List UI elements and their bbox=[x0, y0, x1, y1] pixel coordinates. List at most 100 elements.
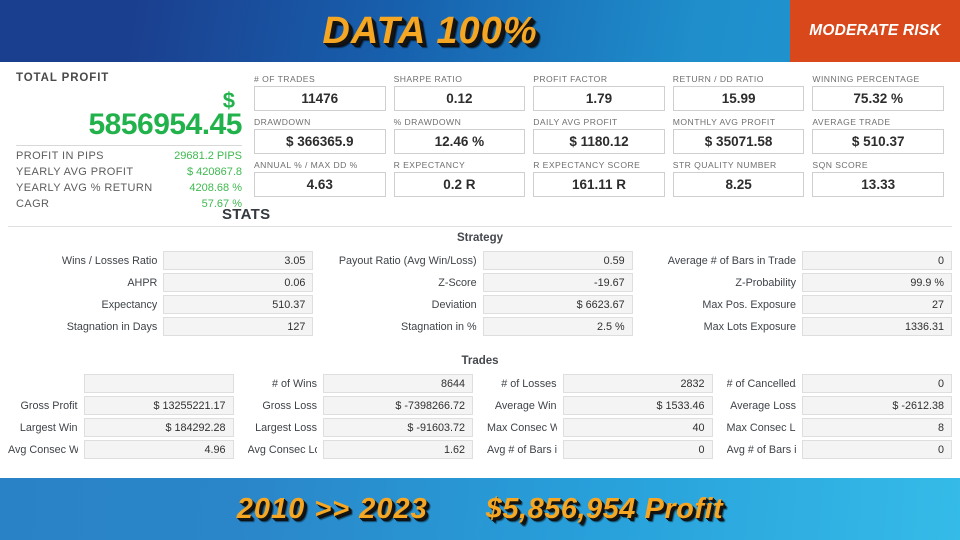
table-row-label: Deviation bbox=[431, 298, 477, 311]
table-row-value: 2832 bbox=[562, 374, 713, 393]
table-row-value: 0 bbox=[562, 440, 713, 459]
metric-value: 12.46 % bbox=[393, 129, 526, 154]
metric-value: 75.32 % bbox=[812, 86, 944, 111]
metric-card: PROFIT FACTOR 1.79 bbox=[533, 74, 665, 111]
metric-card: AVERAGE TRADE $ 510.37 bbox=[812, 117, 944, 154]
metric-label: R EXPECTANCY bbox=[393, 160, 466, 170]
table-row: Stagnation in Days 127 bbox=[8, 317, 314, 336]
table-row-value: $ -7398266.72 bbox=[323, 396, 473, 415]
metric-value: 15.99 bbox=[672, 86, 805, 111]
table-row: Average Loss $ -2612.38 bbox=[727, 396, 952, 415]
table-row-value: $ 1533.46 bbox=[562, 396, 713, 415]
table-row: Stagnation in % 2.5 % bbox=[327, 317, 633, 336]
metric-label: R EXPECTANCY SCORE bbox=[533, 160, 641, 170]
table-row-label: Max Consec Losses bbox=[726, 421, 797, 434]
trades-section: Trades # of Wins 8644 # of Losses 2832 # of … bbox=[8, 355, 952, 459]
profit-summary-list: PROFIT IN PIPS 29681.2 PIPS YEARLY AVG PRO… bbox=[16, 150, 242, 210]
risk-badge: MODERATE RISK bbox=[790, 0, 960, 62]
metric-value: $ 1180.12 bbox=[533, 129, 665, 154]
table-row: Gross Profit $ 13255221.17 bbox=[8, 396, 234, 415]
table-row-value: 2.5 % bbox=[482, 317, 633, 336]
table-row-value: 1336.31 bbox=[802, 317, 952, 336]
table-row: Avg Consec Wins 4.96 bbox=[8, 440, 234, 459]
table-row-label: Avg # of Bars in Wins bbox=[487, 443, 557, 456]
profit-summary-label: YEARLY AVG PROFIT bbox=[16, 166, 134, 178]
table-row: AHPR 0.06 bbox=[8, 273, 314, 292]
profit-summary-row: PROFIT IN PIPS 29681.2 PIPS bbox=[16, 150, 242, 162]
metric-value: 0.12 bbox=[393, 86, 526, 111]
metric-card: % DRAWDOWN 12.46 % bbox=[393, 117, 526, 154]
metric-value: 13.33 bbox=[812, 172, 944, 197]
table-row-value: 0.59 bbox=[482, 251, 633, 270]
table-row-value: 4.96 bbox=[83, 440, 234, 459]
metric-card: R EXPECTANCY 0.2 R bbox=[393, 160, 526, 197]
table-row-value: $ 6623.67 bbox=[482, 295, 633, 314]
metric-card: RETURN / DD RATIO 15.99 bbox=[672, 74, 805, 111]
table-row-value: 99.9 % bbox=[802, 273, 952, 292]
metric-label: SHARPE RATIO bbox=[393, 74, 463, 84]
profit-divider bbox=[16, 145, 242, 146]
table-row-value: $ 13255221.17 bbox=[83, 396, 234, 415]
strategy-section: Strategy Wins / Losses Ratio 3.05 Payout R… bbox=[8, 232, 952, 336]
metric-label: ANNUAL % / MAX DD % bbox=[254, 160, 358, 170]
profit-summary-label: YEARLY AVG % RETURN bbox=[16, 182, 153, 194]
table-row: # of Cancelled/Expired 0 bbox=[726, 374, 952, 393]
metric-card: SQN SCORE 13.33 bbox=[812, 160, 944, 197]
total-profit-heading: TOTAL PROFIT bbox=[16, 72, 110, 84]
table-row: Max Consec Losses 8 bbox=[726, 418, 952, 437]
table-row-value: 1.62 bbox=[323, 440, 473, 459]
table-row-label: # of Losses bbox=[501, 377, 557, 390]
table-row-value: 3.05 bbox=[163, 251, 314, 270]
metric-card: STR QUALITY NUMBER 8.25 bbox=[672, 160, 805, 197]
strategy-title: Strategy bbox=[456, 232, 504, 244]
table-row-value: 8644 bbox=[323, 374, 473, 393]
table-row-label: AHPR bbox=[127, 276, 158, 289]
table-row-label: Avg # of Bars in Losses bbox=[726, 443, 797, 456]
metric-label: PROFIT FACTOR bbox=[533, 74, 608, 84]
profit-summary-label: PROFIT IN PIPS bbox=[16, 150, 104, 162]
metric-value: 4.63 bbox=[254, 172, 386, 197]
table-row-value: 0 bbox=[802, 374, 952, 393]
profit-summary-row: YEARLY AVG % RETURN 4208.68 % bbox=[16, 182, 242, 194]
table-row: Max Consec Wins 40 bbox=[487, 418, 713, 437]
table-row: Avg # of Bars in Wins 0 bbox=[487, 440, 713, 459]
profit-summary-label: CAGR bbox=[16, 198, 50, 210]
metric-value: $ 366365.9 bbox=[254, 129, 386, 154]
metric-card: R EXPECTANCY SCORE 161.11 R bbox=[533, 160, 665, 197]
table-row-label: Avg Consec Loss bbox=[247, 443, 318, 456]
table-row: # of Losses 2832 bbox=[487, 374, 713, 393]
page-title: DATA 100% bbox=[322, 9, 538, 52]
profit-summary-value: 29681.2 PIPS bbox=[174, 150, 242, 162]
footer-banner: 2010 >> 2023 $5,856,954 Profit bbox=[0, 478, 960, 540]
table-row-value bbox=[83, 374, 234, 393]
profit-summary-row: YEARLY AVG PROFIT $ 420867.8 bbox=[16, 166, 242, 178]
total-profit-panel: TOTAL PROFIT $ 5856954.45 PROFIT IN PIPS… bbox=[16, 72, 243, 210]
table-row: Gross Loss $ -7398266.72 bbox=[248, 396, 473, 415]
metric-value: 0.2 R bbox=[393, 172, 526, 197]
table-row-label: Z-Probability bbox=[735, 276, 796, 289]
metric-card: DRAWDOWN $ 366365.9 bbox=[254, 117, 386, 154]
table-row: # of Wins 8644 bbox=[248, 374, 473, 393]
table-row: Wins / Losses Ratio 3.05 bbox=[8, 251, 314, 270]
table-row-value: $ -91603.72 bbox=[323, 418, 473, 437]
table-row: Z-Probability 99.9 % bbox=[647, 273, 952, 292]
stats-divider bbox=[8, 226, 952, 227]
metric-value: 8.25 bbox=[672, 172, 805, 197]
table-row-value: 0 bbox=[802, 251, 952, 270]
metric-value: $ 35071.58 bbox=[672, 129, 805, 154]
table-row-value: 8 bbox=[802, 418, 952, 437]
metric-label: WINNING PERCENTAGE bbox=[812, 74, 920, 84]
table-row-label: Max Pos. Exposure bbox=[702, 298, 796, 311]
table-row-value: 0.06 bbox=[163, 273, 314, 292]
table-row-label: Avg Consec Wins bbox=[8, 443, 78, 456]
table-row: Largest Loss $ -91603.72 bbox=[248, 418, 473, 437]
table-row: Avg Consec Loss 1.62 bbox=[247, 440, 473, 459]
table-row: Average # of Bars in Trade 0 bbox=[647, 251, 952, 270]
profit-summary-row: CAGR 57.67 % bbox=[16, 198, 242, 210]
table-row-value: 127 bbox=[163, 317, 314, 336]
table-row-label: # of Cancelled/Expired bbox=[726, 377, 797, 390]
table-row-label: Wins / Losses Ratio bbox=[61, 254, 158, 267]
table-row-label: Z-Score bbox=[438, 276, 477, 289]
metric-label: MONTHLY AVG PROFIT bbox=[672, 117, 776, 127]
table-row: Payout Ratio (Avg Win/Loss) 0.59 bbox=[327, 251, 633, 270]
